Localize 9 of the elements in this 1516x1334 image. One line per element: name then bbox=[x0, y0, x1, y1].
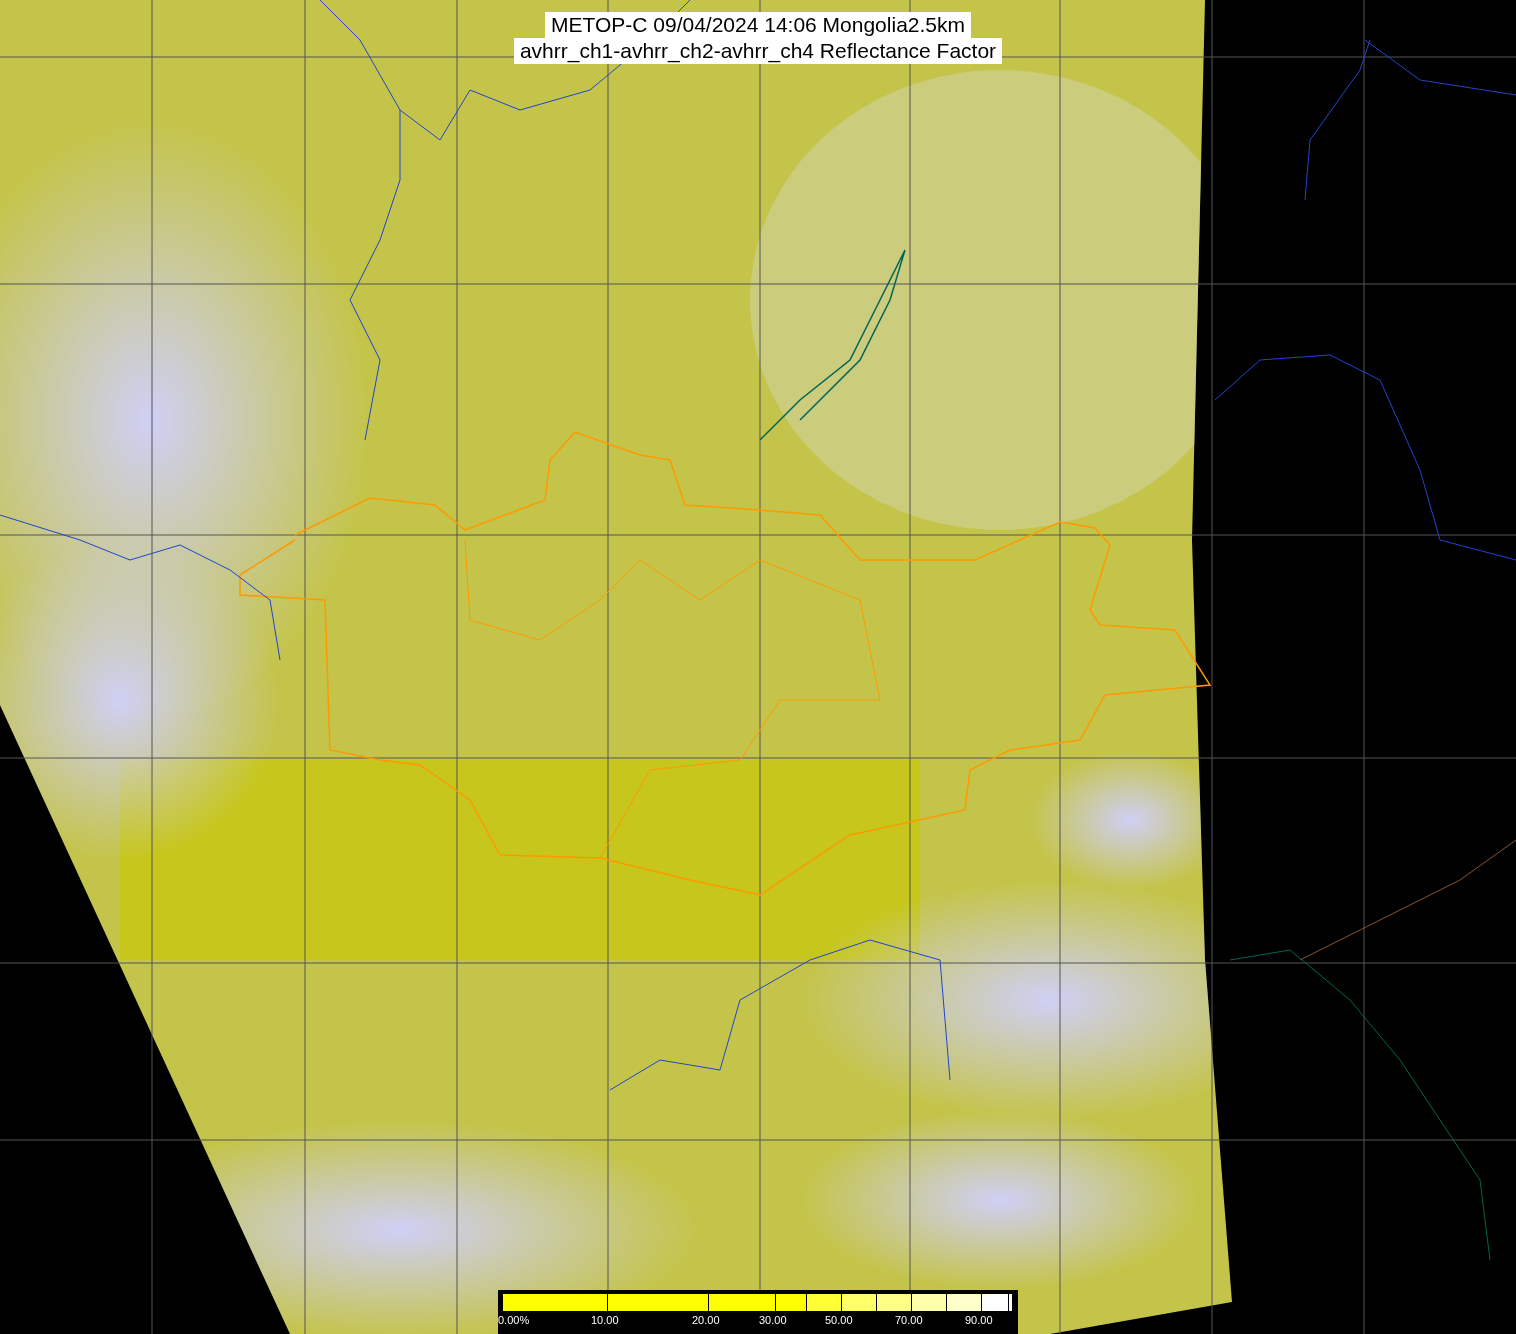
colorbar-tick-label: 30.00 bbox=[759, 1313, 787, 1327]
colorbar-tick-label: 50.00 bbox=[825, 1313, 853, 1327]
colorbar-tick-label: 90.00 bbox=[965, 1313, 993, 1327]
map-title: avhrr_ch1-avhrr_ch2-avhrr_ch4 Reflectance Factor bbox=[513, 38, 1003, 64]
colorbar-tick-label: 10.00 bbox=[591, 1313, 619, 1327]
colorbar-tick-label: 0.00% bbox=[498, 1313, 530, 1327]
colorbar-tick-label: 20.00 bbox=[692, 1313, 720, 1327]
colorbar-tick-label: 70.00 bbox=[895, 1313, 923, 1327]
map-title: METOP-C 09/04/2024 14:06 Mongolia2.5km bbox=[545, 12, 971, 38]
